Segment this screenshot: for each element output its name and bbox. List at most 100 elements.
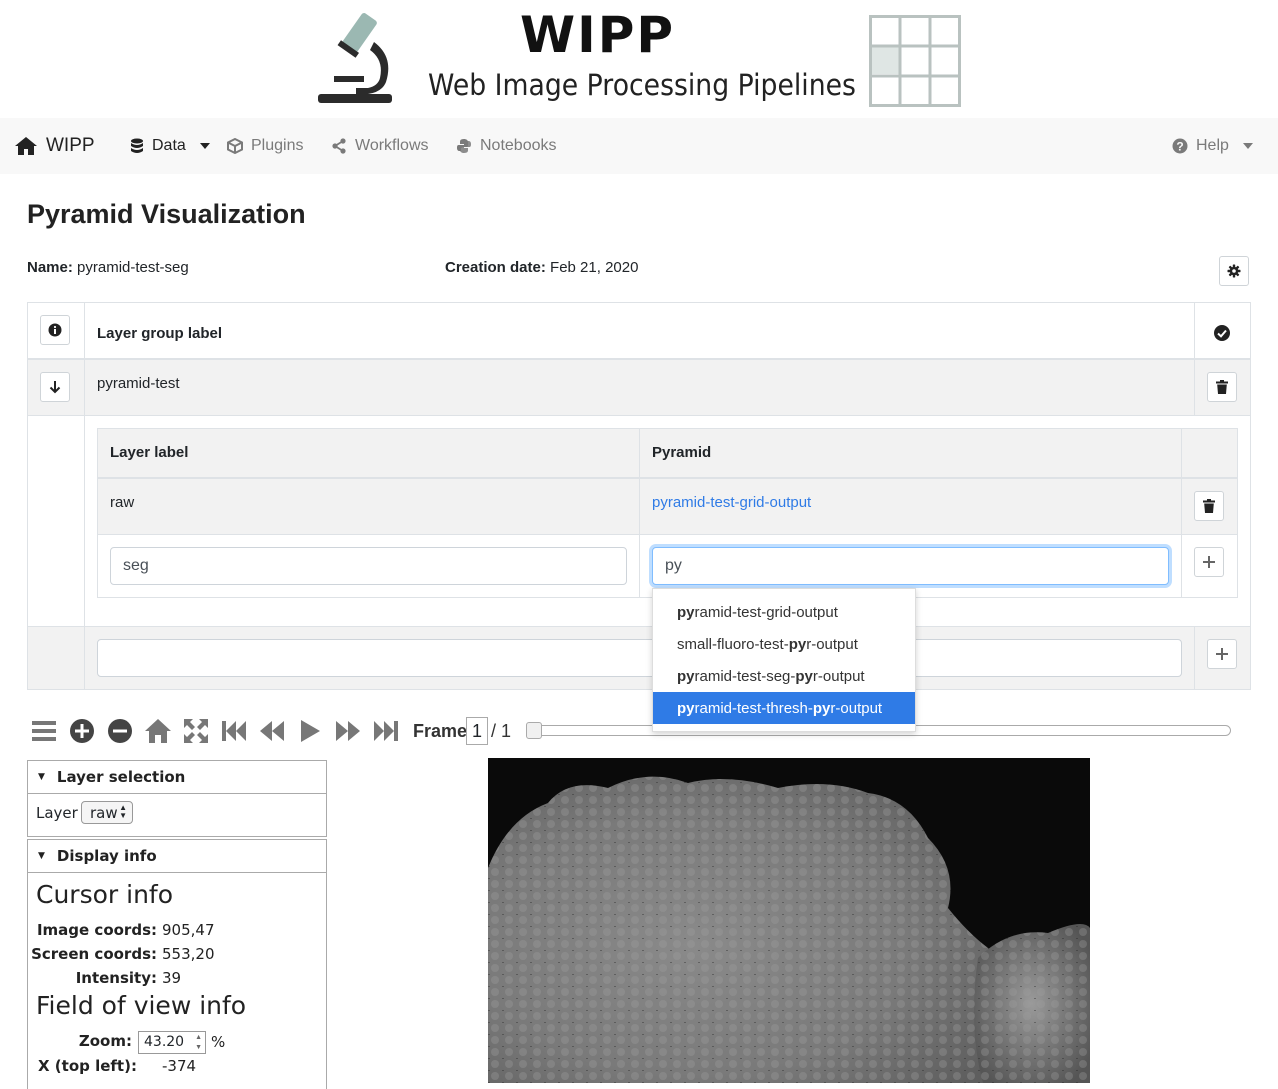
share-icon bbox=[332, 138, 346, 154]
creation-date-label: Creation date: bbox=[445, 259, 546, 276]
x-top-left-label: X (top left): bbox=[38, 1057, 137, 1075]
add-layer-button[interactable] bbox=[1194, 547, 1224, 577]
last-frame-icon[interactable] bbox=[371, 716, 401, 746]
layer-group-row bbox=[28, 360, 1250, 415]
python-icon bbox=[457, 139, 471, 153]
col-divider bbox=[84, 360, 85, 415]
zoom-label: Zoom: bbox=[78, 1032, 132, 1050]
nav-item-plugins[interactable]: Plugins bbox=[227, 118, 303, 174]
image-coords-value: 905,47 bbox=[162, 921, 215, 939]
nav-item-help-label: Help bbox=[1196, 137, 1229, 154]
add-group-button[interactable] bbox=[1207, 639, 1237, 669]
grid-logo-icon bbox=[869, 15, 961, 107]
row-divider bbox=[28, 415, 1250, 416]
nav-item-data[interactable]: Data bbox=[130, 118, 218, 174]
layer-select[interactable]: raw ▲ ▼ bbox=[81, 801, 133, 824]
name-label: Name: bbox=[27, 259, 73, 276]
pyramid-name: Name: pyramid-test-seg bbox=[27, 259, 189, 276]
pyramid-header: Pyramid bbox=[652, 444, 712, 461]
collapse-group-button[interactable] bbox=[40, 372, 70, 402]
cube-icon bbox=[227, 138, 243, 154]
info-circle-icon bbox=[48, 323, 62, 337]
zoom-value: 43.20 bbox=[144, 1034, 185, 1050]
layer-selection-title: Layer selection bbox=[56, 768, 186, 786]
display-info-header[interactable]: ▼ Display info bbox=[28, 840, 326, 873]
layer-selection-header[interactable]: ▼ Layer selection bbox=[28, 761, 326, 794]
nav-item-plugins-label: Plugins bbox=[251, 137, 304, 154]
zoom-out-icon[interactable] bbox=[105, 716, 135, 746]
cursor-info-heading: Cursor info bbox=[36, 880, 174, 909]
layer-group-label-header: Layer group label bbox=[97, 325, 223, 342]
zoom-input[interactable]: 43.20 ▲ ▼ bbox=[138, 1031, 206, 1054]
caret-down-icon bbox=[199, 143, 210, 149]
col-divider bbox=[1194, 360, 1195, 415]
new-group-label-input[interactable] bbox=[97, 639, 1182, 677]
spinner-arrows-icon[interactable]: ▲ ▼ bbox=[195, 1033, 202, 1053]
image-coords-label: Image coords: bbox=[36, 921, 157, 939]
nav-item-notebooks[interactable]: Notebooks bbox=[456, 118, 557, 174]
intensity-value: 39 bbox=[162, 969, 182, 987]
nav-item-notebooks-label: Notebooks bbox=[480, 137, 557, 154]
image-viewer-canvas[interactable] bbox=[488, 758, 1090, 1083]
gear-icon bbox=[1227, 264, 1241, 278]
delete-layer-button[interactable] bbox=[1194, 491, 1224, 521]
previous-frame-icon[interactable] bbox=[257, 716, 287, 746]
autocomplete-option[interactable]: py ramid-test-seg-py r-output bbox=[653, 660, 915, 692]
plus-icon bbox=[1216, 648, 1228, 660]
layer-label-header: Layer label bbox=[110, 444, 189, 461]
banner-subtitle: Web Image Processing Pipelines bbox=[428, 68, 856, 102]
autocomplete-option-active[interactable]: py ramid-test-thresh-py r-output bbox=[653, 692, 915, 724]
frame-slider-handle[interactable] bbox=[526, 722, 542, 739]
screen-coords-label: Screen coords: bbox=[31, 945, 157, 963]
col-divider bbox=[84, 626, 85, 689]
nav-brand[interactable]: WIPP bbox=[14, 118, 95, 174]
x-top-left-value: -374 bbox=[162, 1057, 197, 1075]
pyramid-autocomplete-dropdown: py ramid-test-grid-output small-fluoro-te… bbox=[652, 588, 916, 732]
nav-item-help[interactable]: ? Help bbox=[1172, 118, 1261, 174]
microscope-icon bbox=[318, 13, 392, 103]
creation-date-value: Feb 21, 2020 bbox=[550, 259, 639, 276]
next-frame-icon[interactable] bbox=[333, 716, 363, 746]
fullscreen-icon[interactable] bbox=[181, 716, 211, 746]
banner-title: WIPP bbox=[520, 6, 676, 64]
new-layer-label-input[interactable]: seg bbox=[110, 547, 627, 585]
autocomplete-option[interactable]: small-fluoro-test-py r-output bbox=[653, 628, 915, 660]
row-divider bbox=[98, 534, 1237, 535]
display-info-panel: ▼ Display info Cursor info Image coords:… bbox=[27, 839, 327, 1089]
menu-icon[interactable] bbox=[30, 716, 60, 746]
creation-date: Creation date: Feb 21, 2020 bbox=[445, 259, 638, 276]
col-divider bbox=[84, 415, 85, 626]
play-icon[interactable] bbox=[295, 716, 325, 746]
col-divider bbox=[1194, 626, 1195, 689]
screen-coords-value: 553,20 bbox=[162, 945, 215, 963]
trash-icon bbox=[1216, 380, 1228, 394]
layer-label-cell: raw bbox=[110, 494, 135, 511]
pyramid-link[interactable]: pyramid-test-grid-output bbox=[652, 494, 811, 511]
settings-button[interactable] bbox=[1219, 256, 1249, 286]
check-circle-icon bbox=[1214, 325, 1230, 341]
frame-input[interactable]: 1 bbox=[466, 717, 488, 745]
autocomplete-option[interactable]: py ramid-test-grid-output bbox=[653, 596, 915, 628]
info-button[interactable] bbox=[40, 315, 70, 345]
nav-item-workflows[interactable]: Workflows bbox=[331, 118, 429, 174]
delete-group-button[interactable] bbox=[1207, 372, 1237, 402]
display-info-title: Display info bbox=[56, 847, 157, 865]
nav-brand-label: WIPP bbox=[46, 135, 95, 156]
zoom-in-icon[interactable] bbox=[67, 716, 97, 746]
new-layer-pyramid-input[interactable]: py bbox=[652, 547, 1169, 585]
collapse-triangle-icon: ▼ bbox=[38, 772, 45, 782]
layer-group-label: pyramid-test bbox=[97, 375, 180, 392]
name-value: pyramid-test-seg bbox=[77, 259, 189, 276]
frame-label: Frame bbox=[413, 721, 468, 741]
page-title: Pyramid Visualization bbox=[27, 199, 306, 229]
top-navbar: WIPP Data Plugins Workflows Notebooks ? … bbox=[0, 118, 1278, 174]
database-icon bbox=[131, 138, 143, 153]
intensity-label: Intensity: bbox=[75, 969, 157, 987]
col-divider bbox=[639, 429, 640, 597]
home-icon[interactable] bbox=[143, 716, 173, 746]
app-banner: WIPP Web Image Processing Pipelines bbox=[0, 0, 1278, 118]
first-frame-icon[interactable] bbox=[219, 716, 249, 746]
nav-item-data-label: Data bbox=[152, 137, 186, 154]
collapse-triangle-icon: ▼ bbox=[38, 851, 45, 861]
microscopy-image bbox=[488, 776, 1090, 1083]
